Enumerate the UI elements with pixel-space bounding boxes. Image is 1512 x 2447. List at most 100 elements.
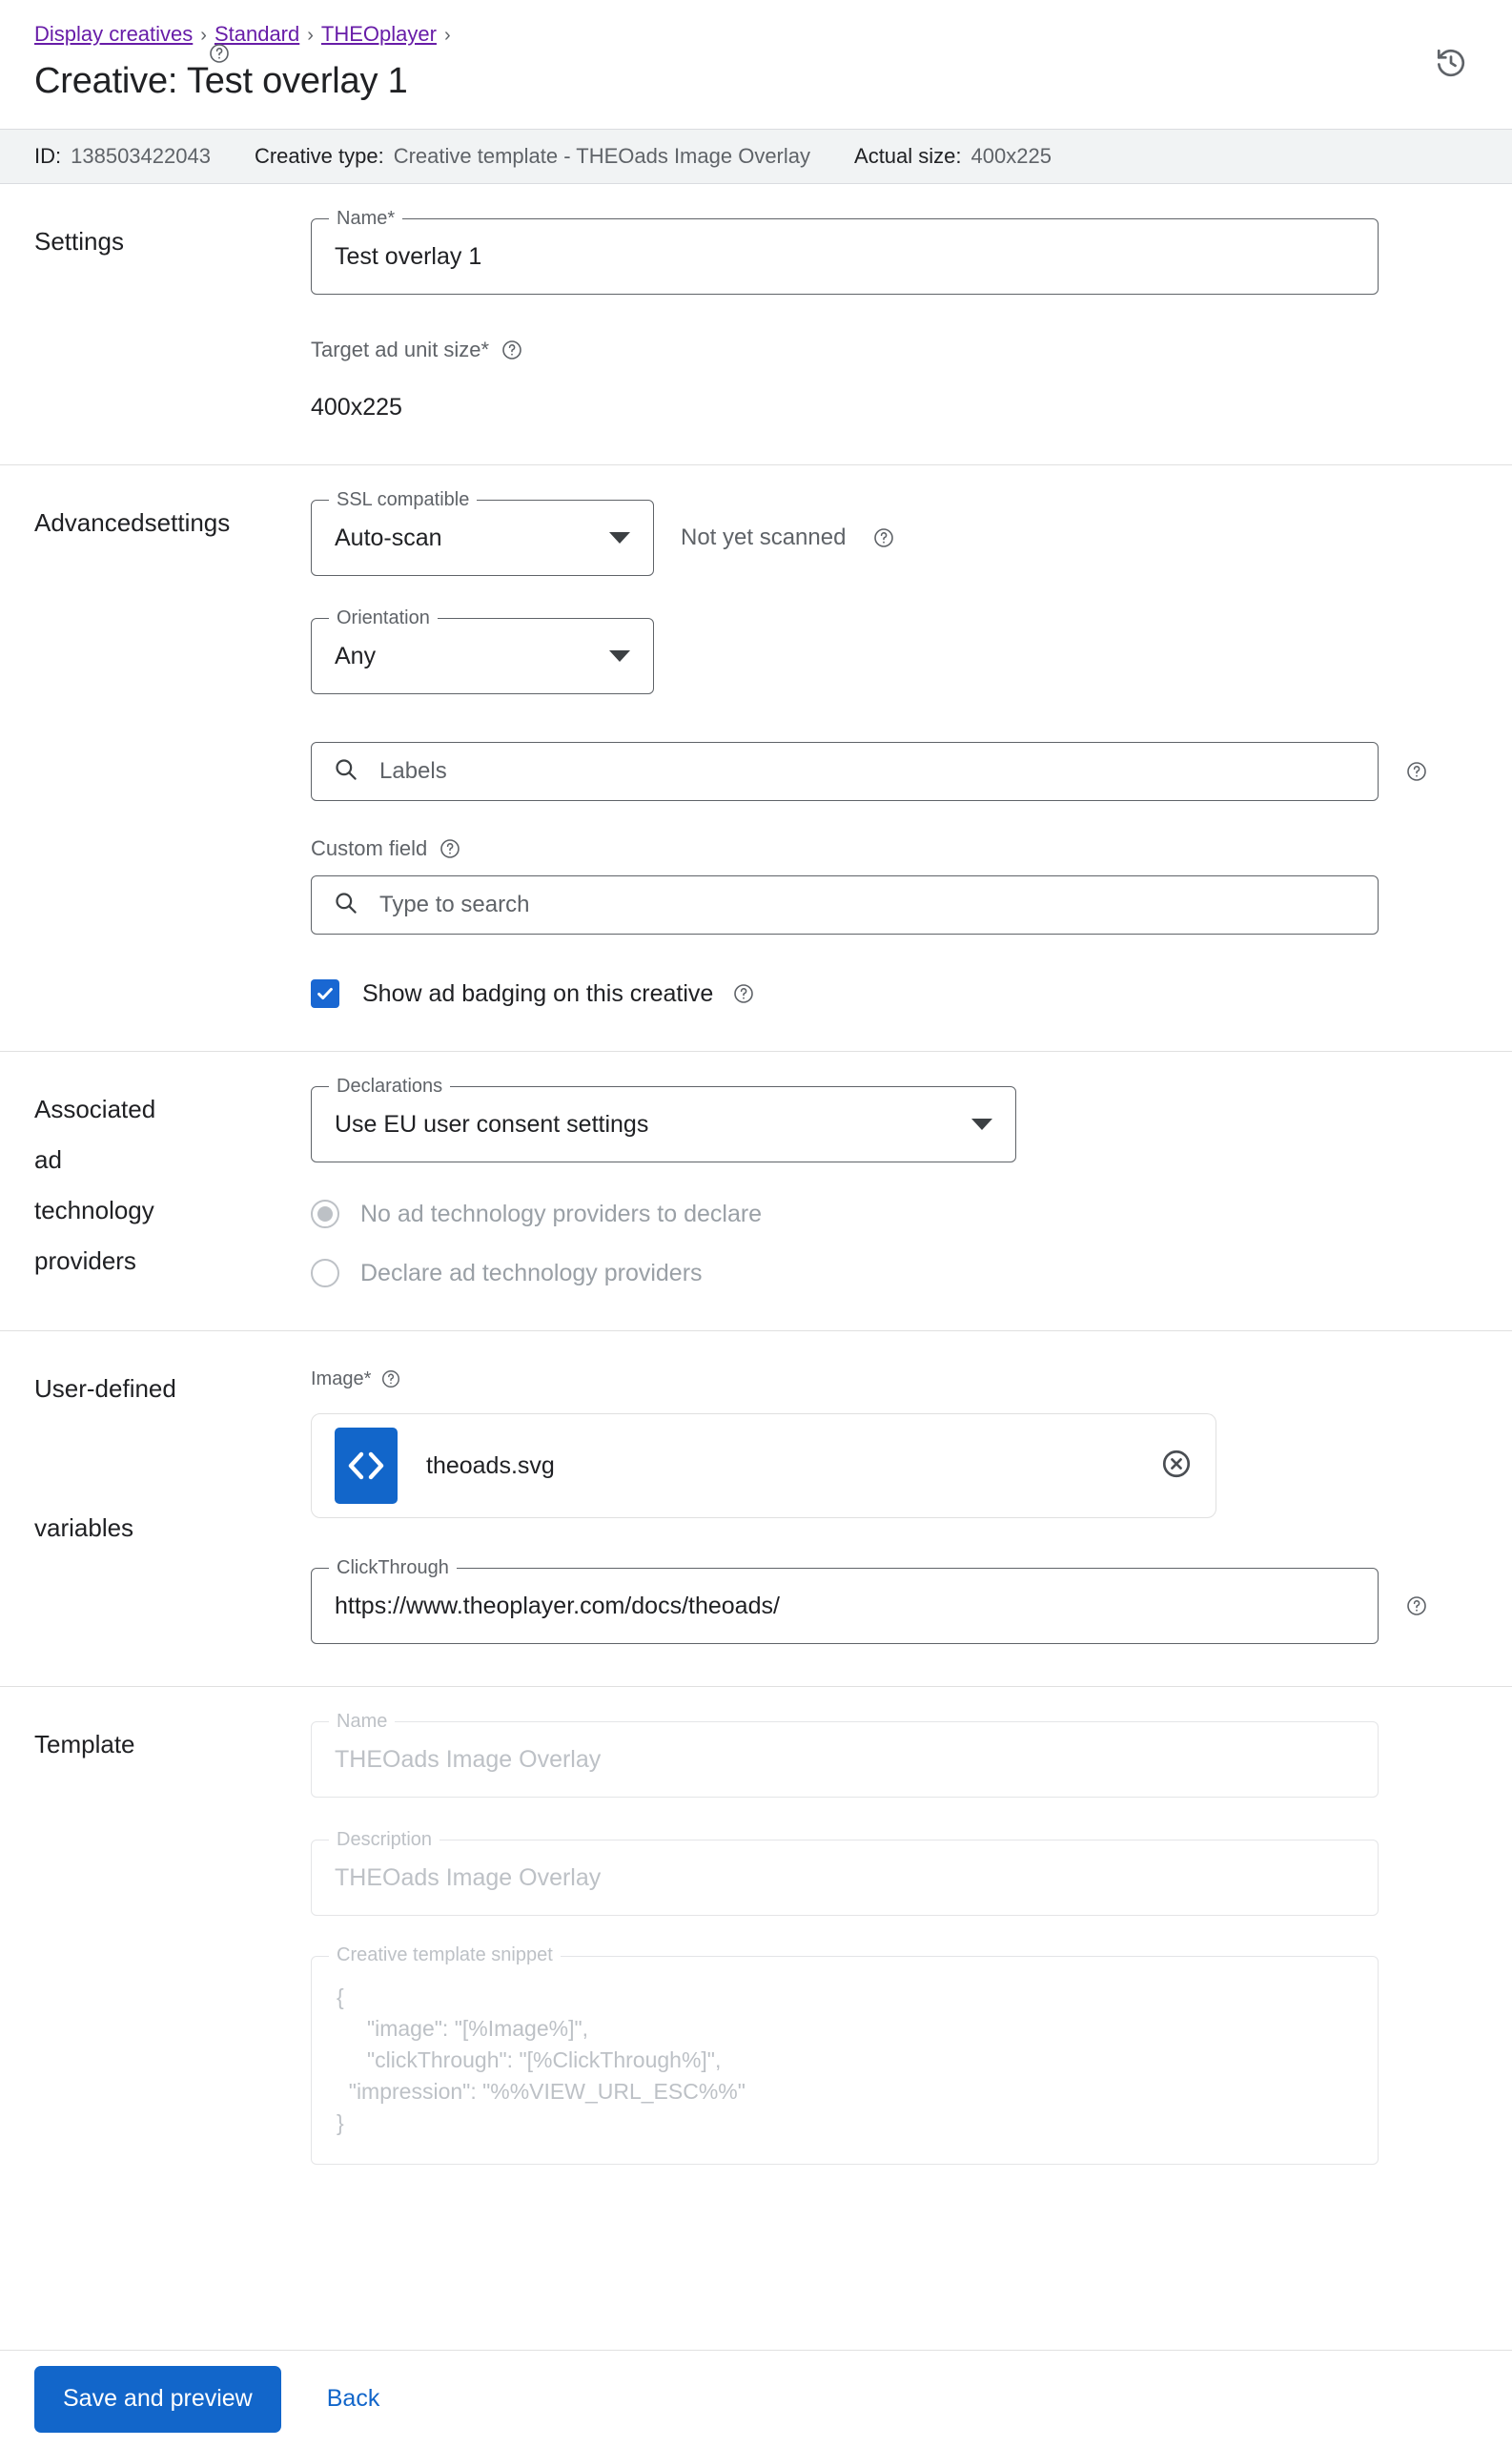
image-label-row: Image* (311, 1366, 1478, 1392)
custom-field-placeholder: Type to search (379, 892, 530, 917)
ssl-row: SSL compatible Auto-scan Not yet scanned (311, 488, 1478, 576)
section-advanced-settings-title: Advanced settings (34, 500, 311, 1009)
section-providers-title-line4: providers (34, 1246, 136, 1275)
radio-no-ad-tech-providers[interactable] (311, 1200, 339, 1228)
section-settings: Settings Name* Test overlay 1 Target ad … (0, 184, 1512, 465)
clickthrough-row: ClickThrough https://www.theoplayer.com/… (311, 1556, 1478, 1644)
meta-actual-size-label: Actual size: (854, 144, 962, 168)
search-icon (333, 756, 358, 787)
code-file-icon (335, 1428, 398, 1504)
custom-field-label-row: Custom field (311, 835, 1478, 862)
template-name-label: Name (329, 1710, 396, 1733)
creative-name-field[interactable]: Name* Test overlay 1 (311, 207, 1379, 295)
ad-badging-checkbox[interactable] (311, 979, 339, 1008)
breadcrumb: Display creatives › Standard › THEOplayer › (34, 21, 1478, 49)
template-name-value: THEOads Image Overlay (335, 1746, 602, 1773)
breadcrumb-item-display-creatives[interactable]: Display creatives (34, 22, 193, 46)
help-icon[interactable] (1405, 1594, 1428, 1617)
section-user-vars-title-line2: variables (34, 1513, 134, 1542)
breadcrumb-separator: › (200, 25, 207, 46)
breadcrumb-separator: › (307, 25, 314, 46)
radio-no-ad-tech-providers-label: No ad technology providers to declare (360, 1201, 763, 1227)
section-advanced-title-line1: Advanced (34, 508, 145, 537)
clickthrough-label: ClickThrough (329, 1556, 457, 1579)
section-ad-technology-providers: Associated ad technology providers Decla… (0, 44, 1512, 1331)
section-providers-title-line3: technology (34, 1196, 154, 1224)
template-description-field: Description THEOads Image Overlay (311, 1828, 1379, 1916)
help-icon[interactable] (439, 837, 461, 860)
help-icon[interactable] (208, 42, 231, 65)
meta-id: ID: 138503422043 (34, 143, 211, 170)
clickthrough-value: https://www.theoplayer.com/docs/theoads/ (335, 1593, 780, 1619)
target-ad-unit-size-label-row: Target ad unit size* (311, 337, 1478, 363)
meta-creative-type-value: Creative template - THEOads Image Overla… (393, 144, 811, 168)
help-icon[interactable] (1405, 760, 1428, 783)
section-providers-title-line1: Associated (34, 1095, 156, 1123)
creative-template-snippet-field: Creative template snippet { "image": "[%… (311, 1944, 1379, 2165)
image-asset-filename: theoads.svg (426, 1451, 555, 1479)
chevron-down-icon[interactable] (971, 1119, 992, 1130)
target-ad-unit-size-value: 400x225 (311, 394, 402, 421)
chevron-down-icon[interactable] (609, 650, 630, 662)
radio-row-no-declare: No ad technology providers to declare (311, 1199, 1478, 1229)
orientation-value: Any (335, 643, 377, 669)
section-template-title: Template (34, 1730, 135, 1758)
meta-id-value: 138503422043 (71, 144, 211, 168)
help-icon[interactable] (380, 1368, 401, 1389)
radio-declare-ad-tech-providers[interactable] (311, 1259, 339, 1287)
remove-asset-icon[interactable] (1160, 1448, 1193, 1485)
breadcrumb-item-theoplayer[interactable]: THEOplayer (321, 22, 437, 46)
section-user-defined-variables: User-defined variables Image* theoads.sv… (0, 1331, 1512, 1687)
ad-badging-label: Show ad badging on this creative (362, 980, 714, 1007)
orientation-label: Orientation (329, 607, 438, 629)
section-user-variables-title: User-defined variables (34, 1366, 311, 1644)
template-description-value: THEOads Image Overlay (335, 1864, 602, 1891)
breadcrumb-separator: › (443, 25, 451, 46)
declarations-label: Declarations (329, 1075, 451, 1098)
template-name-field: Name THEOads Image Overlay (311, 1710, 1379, 1798)
meta-actual-size-value: 400x225 (971, 144, 1052, 168)
creative-name-label: Name* (329, 207, 403, 230)
declarations-select[interactable]: Declarations Use EU user consent setting… (311, 1075, 1016, 1162)
section-advanced-title-line2: settings (144, 508, 231, 537)
radio-declare-ad-tech-providers-label: Declare ad technology providers (360, 1260, 703, 1286)
labels-row: Labels (311, 742, 1478, 801)
labels-search-input[interactable]: Labels (311, 742, 1379, 801)
ssl-compatible-label: SSL compatible (329, 488, 478, 511)
section-user-vars-title-line1: User-defined (34, 1374, 176, 1403)
action-footer: Save and preview Back (0, 2350, 1512, 2447)
page-title: Creative: Test overlay 1 (34, 61, 408, 101)
section-template: Template Name THEOads Image Overlay Desc… (0, 1687, 1512, 2193)
custom-field-search-input[interactable]: Type to search (311, 875, 1379, 935)
image-asset-card[interactable]: theoads.svg (311, 1413, 1216, 1518)
help-icon[interactable] (732, 982, 755, 1005)
declarations-value: Use EU user consent settings (335, 1111, 649, 1138)
section-ad-tech-providers-title: Associated ad technology providers (34, 44, 311, 1288)
back-button[interactable]: Back (310, 2366, 398, 2433)
creative-name-value: Test overlay 1 (335, 243, 482, 270)
template-description-label: Description (329, 1828, 440, 1851)
help-icon[interactable] (501, 339, 523, 361)
meta-actual-size: Actual size: 400x225 (854, 143, 1052, 170)
image-label: Image* (311, 1368, 372, 1389)
target-ad-unit-size-label: Target ad unit size* (311, 338, 490, 361)
help-icon[interactable] (872, 526, 895, 549)
ssl-compatible-value: Auto-scan (335, 524, 442, 551)
radio-row-declare: Declare ad technology providers (311, 1258, 1478, 1288)
orientation-select[interactable]: Orientation Any (311, 607, 654, 694)
chevron-down-icon[interactable] (609, 532, 630, 544)
ssl-scan-status: Not yet scanned (681, 524, 847, 550)
creative-template-snippet-label: Creative template snippet (329, 1944, 561, 1966)
search-icon (333, 890, 358, 920)
meta-id-label: ID: (34, 144, 62, 168)
meta-creative-type-label: Creative type: (254, 144, 384, 168)
clickthrough-field[interactable]: ClickThrough https://www.theoplayer.com/… (311, 1556, 1379, 1644)
ssl-compatible-select[interactable]: SSL compatible Auto-scan (311, 488, 654, 576)
save-and-preview-button[interactable]: Save and preview (34, 2365, 281, 2433)
ad-badging-row: Show ad badging on this creative (311, 978, 1478, 1009)
creative-meta-bar: ID: 138503422043 Creative type: Creative… (0, 129, 1512, 184)
section-providers-title-line2: ad (34, 1145, 62, 1174)
history-icon[interactable] (1430, 42, 1472, 84)
creative-template-snippet-code: { "image": "[%Image%]", "clickThrough": … (337, 1984, 746, 2135)
section-settings-title: Settings (34, 227, 124, 256)
